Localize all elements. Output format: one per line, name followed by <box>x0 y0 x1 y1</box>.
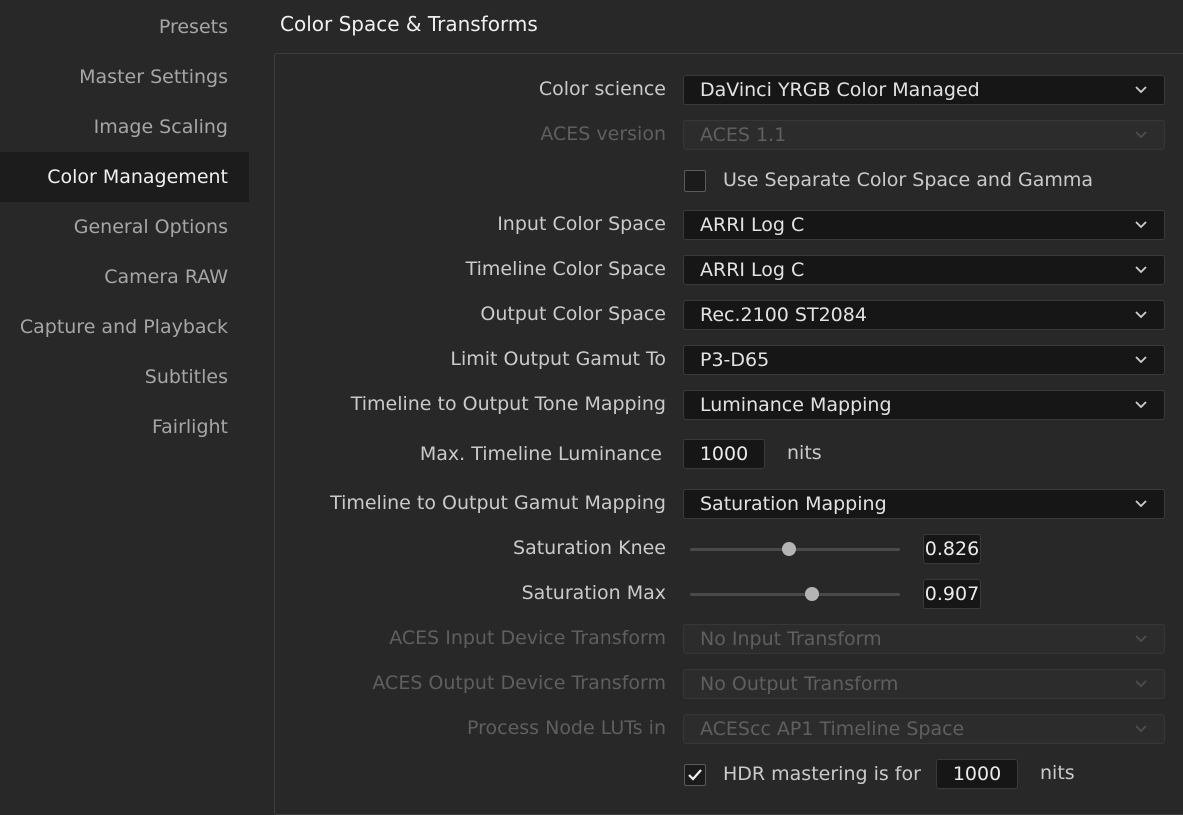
color-science-label: Color science <box>538 78 666 100</box>
chevron-down-icon <box>1135 86 1147 94</box>
settings-sidebar: Presets Master Settings Image Scaling Co… <box>0 0 249 800</box>
hdr-mastering-input[interactable]: 1000 <box>936 759 1018 789</box>
hdr-mastering-checkbox[interactable] <box>684 764 706 786</box>
color-science-dropdown[interactable]: DaVinci YRGB Color Managed <box>683 75 1165 105</box>
separate-color-space-label: Use Separate Color Space and Gamma <box>723 169 1094 191</box>
saturation-max-input[interactable]: 0.907 <box>923 579 981 609</box>
color-science-value: DaVinci YRGB Color Managed <box>700 79 980 101</box>
sidebar-item-subtitles[interactable]: Subtitles <box>0 352 249 402</box>
limit-gamut-dropdown[interactable]: P3-D65 <box>683 345 1165 375</box>
sidebar-item-color-management[interactable]: Color Management <box>0 152 249 202</box>
settings-panel <box>274 53 1183 815</box>
aces-version-value: ACES 1.1 <box>700 124 787 146</box>
sidebar-item-fairlight[interactable]: Fairlight <box>0 402 249 452</box>
aces-version-dropdown[interactable]: ACES 1.1 <box>683 120 1165 150</box>
aces-idt-value: No Input Transform <box>700 628 882 650</box>
saturation-max-slider[interactable] <box>690 587 900 601</box>
separate-color-space-checkbox[interactable] <box>684 170 706 192</box>
hdr-mastering-label: HDR mastering is for <box>723 763 921 785</box>
saturation-max-label: Saturation Max <box>521 582 666 604</box>
process-luts-label: Process Node LUTs in <box>466 717 666 739</box>
tone-mapping-dropdown[interactable]: Luminance Mapping <box>683 390 1165 420</box>
aces-odt-label: ACES Output Device Transform <box>372 672 666 694</box>
chevron-down-icon <box>1135 221 1147 229</box>
chevron-down-icon <box>1135 725 1147 733</box>
sidebar-item-capture-playback[interactable]: Capture and Playback <box>0 302 249 352</box>
output-color-space-dropdown[interactable]: Rec.2100 ST2084 <box>683 300 1165 330</box>
section-title: Color Space & Transforms <box>280 12 538 36</box>
aces-idt-label: ACES Input Device Transform <box>389 627 666 649</box>
saturation-knee-knob[interactable] <box>781 542 796 556</box>
chevron-down-icon <box>1135 266 1147 274</box>
chevron-down-icon <box>1135 311 1147 319</box>
timeline-color-space-dropdown[interactable]: ARRI Log C <box>683 255 1165 285</box>
max-luminance-label: Max. Timeline Luminance <box>419 443 662 465</box>
output-color-space-label: Output Color Space <box>480 303 666 325</box>
gamut-mapping-label: Timeline to Output Gamut Mapping <box>330 492 666 514</box>
sidebar-item-presets[interactable]: Presets <box>0 2 249 52</box>
max-luminance-input[interactable]: 1000 <box>683 439 765 469</box>
aces-odt-value: No Output Transform <box>700 673 899 695</box>
checkmark-icon <box>688 769 702 781</box>
limit-gamut-label: Limit Output Gamut To <box>450 348 666 370</box>
chevron-down-icon <box>1135 635 1147 643</box>
timeline-color-space-label: Timeline Color Space <box>465 258 666 280</box>
process-luts-dropdown[interactable]: ACEScc AP1 Timeline Space <box>683 714 1165 744</box>
sidebar-item-master-settings[interactable]: Master Settings <box>0 52 249 102</box>
aces-idt-dropdown[interactable]: No Input Transform <box>683 624 1165 654</box>
sidebar-item-general-options[interactable]: General Options <box>0 202 249 252</box>
saturation-knee-slider[interactable] <box>690 542 900 556</box>
gamut-mapping-dropdown[interactable]: Saturation Mapping <box>683 489 1165 519</box>
chevron-down-icon <box>1135 131 1147 139</box>
gamut-mapping-value: Saturation Mapping <box>700 493 887 515</box>
hdr-mastering-unit: nits <box>1040 762 1075 784</box>
saturation-max-knob[interactable] <box>804 587 819 601</box>
aces-odt-dropdown[interactable]: No Output Transform <box>683 669 1165 699</box>
saturation-knee-input[interactable]: 0.826 <box>923 534 981 564</box>
input-color-space-label: Input Color Space <box>497 213 666 235</box>
max-luminance-unit: nits <box>787 442 822 464</box>
sidebar-item-image-scaling[interactable]: Image Scaling <box>0 102 249 152</box>
output-color-space-value: Rec.2100 ST2084 <box>700 304 867 326</box>
tone-mapping-value: Luminance Mapping <box>700 394 892 416</box>
process-luts-value: ACEScc AP1 Timeline Space <box>700 718 965 740</box>
input-color-space-dropdown[interactable]: ARRI Log C <box>683 210 1165 240</box>
saturation-knee-label: Saturation Knee <box>513 537 666 559</box>
sidebar-item-camera-raw[interactable]: Camera RAW <box>0 252 249 302</box>
aces-version-label: ACES version <box>540 123 666 145</box>
input-color-space-value: ARRI Log C <box>700 214 805 236</box>
chevron-down-icon <box>1135 356 1147 364</box>
timeline-color-space-value: ARRI Log C <box>700 259 805 281</box>
limit-gamut-value: P3-D65 <box>700 349 770 371</box>
tone-mapping-label: Timeline to Output Tone Mapping <box>350 393 666 415</box>
chevron-down-icon <box>1135 401 1147 409</box>
chevron-down-icon <box>1135 680 1147 688</box>
chevron-down-icon <box>1135 500 1147 508</box>
